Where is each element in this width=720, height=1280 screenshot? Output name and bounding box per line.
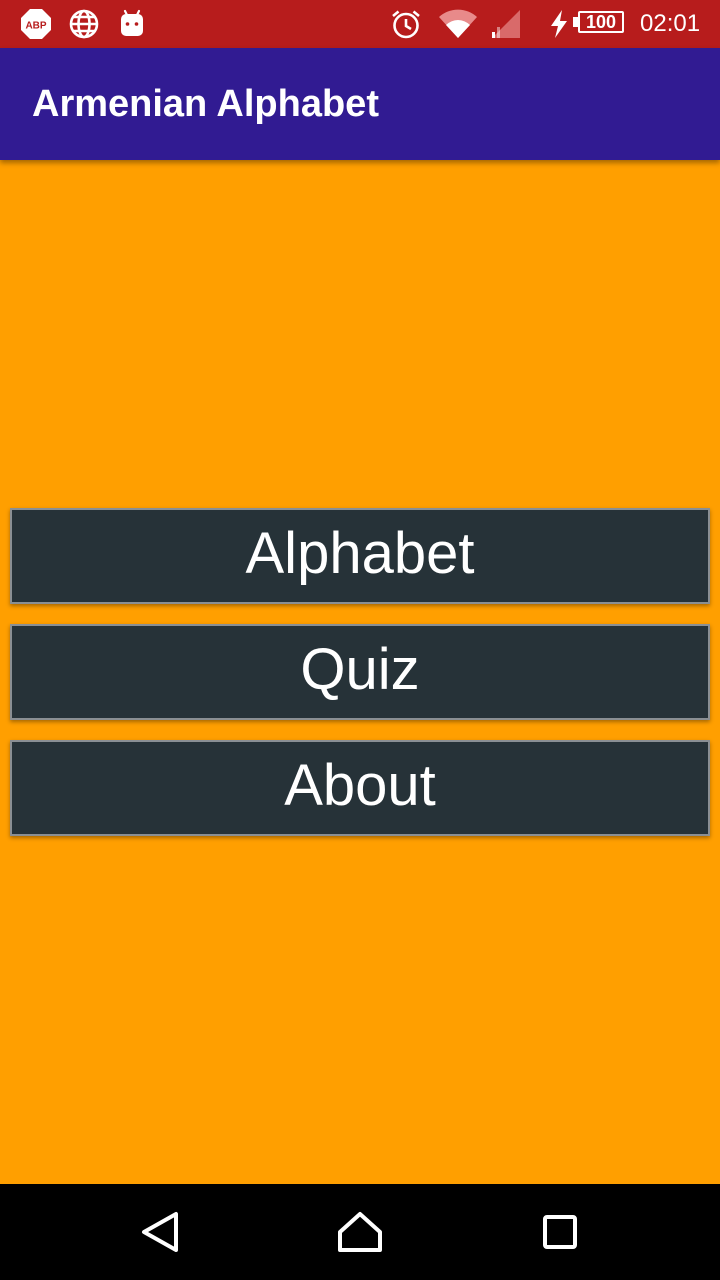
battery-level: 100 — [578, 11, 624, 33]
adblock-label: ABP — [25, 21, 46, 32]
status-bar: ABP 100 02:01 — [0, 0, 720, 48]
back-icon[interactable] — [132, 1204, 188, 1260]
status-clock: 02:01 — [640, 10, 701, 37]
main-content: Alphabet Quiz About — [0, 160, 720, 1184]
app-bar: Armenian Alphabet — [0, 48, 720, 160]
wifi-icon — [438, 8, 478, 40]
about-button[interactable]: About — [10, 740, 710, 836]
adblock-icon: ABP — [20, 8, 52, 40]
alarm-icon — [390, 8, 422, 40]
navigation-bar — [0, 1184, 720, 1280]
screen: ABP 100 02:01 Armenian Alphabet Alphabet… — [0, 0, 720, 1280]
globe-icon — [68, 8, 100, 40]
app-title: Armenian Alphabet — [32, 83, 379, 125]
charging-icon — [546, 8, 572, 40]
signal-icon — [490, 8, 522, 40]
home-icon[interactable] — [332, 1204, 388, 1260]
alphabet-button[interactable]: Alphabet — [10, 508, 710, 604]
quiz-button[interactable]: Quiz — [10, 624, 710, 720]
android-icon — [116, 8, 148, 40]
recents-icon[interactable] — [532, 1204, 588, 1260]
